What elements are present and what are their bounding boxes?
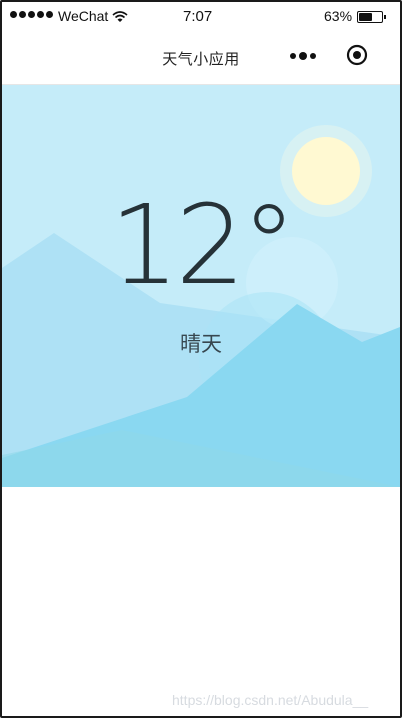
carrier-label: WeChat — [58, 8, 109, 24]
weather-condition: 晴天 — [180, 332, 222, 356]
navigation-bar: 天气小应用 — [2, 32, 400, 85]
wifi-icon — [112, 10, 128, 26]
target-close-icon[interactable] — [346, 44, 368, 66]
status-bar: WeChat 7:07 63% — [2, 2, 400, 32]
weather-panel: 12° 晴天 — [2, 85, 400, 487]
battery-percent: 63% — [324, 8, 353, 24]
page-title: 天气小应用 — [162, 50, 240, 68]
temperature-value: 12° — [109, 181, 297, 309]
battery-icon — [357, 11, 386, 23]
clock-time: 7:07 — [183, 8, 213, 25]
phone-frame: WeChat 7:07 63% 天气小应用 12° 晴天 https://blo… — [0, 0, 402, 718]
more-dots-icon[interactable] — [290, 52, 316, 60]
watermark-text: https://blog.csdn.net/Abudula__ — [172, 692, 369, 708]
signal-dots-icon — [10, 11, 53, 18]
